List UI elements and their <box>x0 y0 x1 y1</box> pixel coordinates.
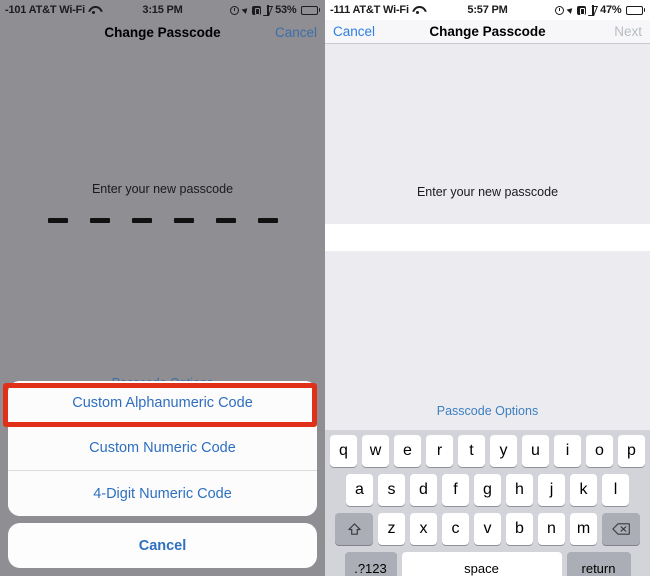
passcode-prompt: Enter your new passcode <box>91 182 234 196</box>
key-w[interactable]: w <box>362 435 389 467</box>
key-n[interactable]: n <box>538 513 565 545</box>
bluetooth-icon <box>590 5 596 15</box>
rotation-lock-icon <box>577 5 587 15</box>
nav-next-button[interactable]: Next <box>614 24 650 39</box>
location-arrow-icon <box>241 6 250 14</box>
location-arrow-icon <box>566 6 575 14</box>
right-lower-area: Passcode Options <box>325 250 650 430</box>
key-p[interactable]: p <box>618 435 645 467</box>
status-indicators-group: 47% <box>555 4 645 16</box>
key-x[interactable]: x <box>410 513 437 545</box>
passcode-options-link[interactable]: Passcode Options <box>325 404 650 418</box>
keyboard-row-4: .?123 space return <box>327 552 648 576</box>
passcode-dash <box>89 218 110 223</box>
key-b[interactable]: b <box>506 513 533 545</box>
key-r[interactable]: r <box>426 435 453 467</box>
action-sheet-item[interactable]: Custom Alphanumeric Code <box>8 381 317 426</box>
nav-cancel-button[interactable]: Cancel <box>275 25 325 40</box>
right-status-bar: -111 AT&T Wi-Fi 5:57 PM 47% <box>325 0 650 20</box>
alarm-icon <box>555 5 565 15</box>
backspace-key[interactable] <box>602 513 640 545</box>
return-key[interactable]: return <box>566 552 631 576</box>
keyboard-row-1: qwertyuiop <box>327 435 648 467</box>
onscreen-keyboard: qwertyuiop asdfghjkl zxcvbnm .?123 space… <box>325 430 650 576</box>
shift-key[interactable] <box>335 513 373 545</box>
action-sheet-cancel-button[interactable]: Cancel <box>8 523 317 568</box>
passcode-dash <box>215 218 236 223</box>
left-content-area: Enter your new passcode Passcode Options… <box>0 44 325 576</box>
keyboard-row-3: zxcvbnm <box>327 513 648 545</box>
key-k[interactable]: k <box>570 474 597 506</box>
key-v[interactable]: v <box>474 513 501 545</box>
battery-icon <box>625 5 645 15</box>
passcode-dash <box>257 218 278 223</box>
key-m[interactable]: m <box>570 513 597 545</box>
passcode-dash-field[interactable] <box>0 218 325 223</box>
key-a[interactable]: a <box>346 474 373 506</box>
passcode-dash <box>131 218 152 223</box>
numbers-key[interactable]: .?123 <box>344 552 397 576</box>
shift-icon <box>347 522 362 537</box>
passcode-options-action-sheet: Custom Alphanumeric Code Custom Numeric C… <box>8 381 317 568</box>
key-z[interactable]: z <box>378 513 405 545</box>
key-o[interactable]: o <box>586 435 613 467</box>
carrier-label: -101 AT&T Wi-Fi <box>5 4 86 16</box>
bluetooth-icon <box>265 5 271 15</box>
key-s[interactable]: s <box>378 474 405 506</box>
left-nav-bar: Change Passcode Cancel <box>0 20 325 44</box>
passcode-prompt: Enter your new passcode <box>416 184 559 199</box>
status-carrier-group: -111 AT&T Wi-Fi <box>330 4 423 16</box>
passcode-text-input[interactable] <box>325 223 650 251</box>
right-nav-bar: Cancel Change Passcode Next <box>325 20 650 44</box>
key-u[interactable]: u <box>522 435 549 467</box>
key-j[interactable]: j <box>538 474 565 506</box>
dual-screenshot-comparison: -101 AT&T Wi-Fi 3:15 PM 53% Change Passc… <box>0 0 650 576</box>
key-y[interactable]: y <box>490 435 517 467</box>
nav-cancel-button[interactable]: Cancel <box>325 24 375 39</box>
right-screen: -111 AT&T Wi-Fi 5:57 PM 47% Cancel Chang… <box>325 0 650 576</box>
wifi-icon <box>88 6 99 15</box>
key-q[interactable]: q <box>330 435 357 467</box>
battery-percent-label: 53% <box>275 4 297 16</box>
passcode-dash <box>173 218 194 223</box>
action-sheet-item[interactable]: Custom Numeric Code <box>8 426 317 471</box>
left-screen: -101 AT&T Wi-Fi 3:15 PM 53% Change Passc… <box>0 0 325 576</box>
battery-icon <box>300 5 320 15</box>
left-status-bar: -101 AT&T Wi-Fi 3:15 PM 53% <box>0 0 325 20</box>
status-indicators-group: 53% <box>230 4 320 16</box>
key-h[interactable]: h <box>506 474 533 506</box>
right-upper-area: Enter your new passcode <box>325 44 650 224</box>
key-f[interactable]: f <box>442 474 469 506</box>
passcode-dash <box>47 218 68 223</box>
status-carrier-group: -101 AT&T Wi-Fi <box>5 4 99 16</box>
action-sheet-item[interactable]: 4-Digit Numeric Code <box>8 471 317 516</box>
rotation-lock-icon <box>252 5 262 15</box>
action-sheet-group: Custom Alphanumeric Code Custom Numeric C… <box>8 381 317 516</box>
key-t[interactable]: t <box>458 435 485 467</box>
battery-percent-label: 47% <box>600 4 622 16</box>
key-c[interactable]: c <box>442 513 469 545</box>
key-e[interactable]: e <box>394 435 421 467</box>
backspace-icon <box>611 522 631 536</box>
wifi-icon <box>412 6 423 15</box>
key-d[interactable]: d <box>410 474 437 506</box>
key-g[interactable]: g <box>474 474 501 506</box>
space-key[interactable]: space <box>401 552 562 576</box>
key-i[interactable]: i <box>554 435 581 467</box>
alarm-icon <box>230 5 240 15</box>
keyboard-row-2: asdfghjkl <box>327 474 648 506</box>
carrier-label: -111 AT&T Wi-Fi <box>330 4 409 16</box>
key-l[interactable]: l <box>602 474 629 506</box>
